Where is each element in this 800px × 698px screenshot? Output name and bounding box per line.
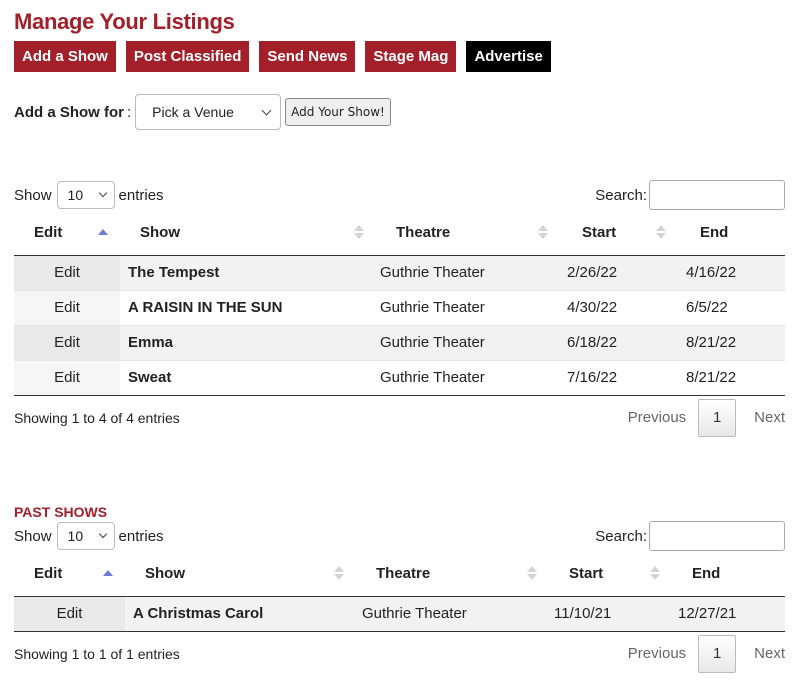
add-your-show-button[interactable]: Add Your Show! (285, 98, 391, 126)
previous-button[interactable]: Previous (628, 645, 686, 662)
nav-bar: Add a Show Post Classified Send News Sta… (14, 41, 551, 72)
column-header-show[interactable]: Show (120, 210, 376, 256)
show-title: A Christmas Carol (125, 595, 356, 632)
entries-select[interactable]: 10 (56, 181, 115, 209)
theatre-cell: Guthrie Theater (376, 254, 560, 290)
theatre-cell: Guthrie Theater (376, 359, 560, 396)
chevron-down-icon (98, 529, 107, 539)
start-date-cell: 11/10/21 (549, 595, 672, 632)
entries-select-value: 10 (67, 528, 84, 544)
show-title: Sweat (120, 359, 376, 396)
edit-link[interactable]: Edit (14, 289, 120, 325)
theatre-cell: Guthrie Theater (356, 595, 549, 632)
sort-both-icon (656, 225, 666, 240)
length-entries-label: entries (118, 527, 164, 545)
venue-select-value: Pick a Venue (152, 104, 234, 120)
post-classified-button[interactable]: Post Classified (125, 41, 250, 72)
table-row: Edit A Christmas Carol Guthrie Theater 1… (14, 595, 785, 632)
start-date-cell: 6/18/22 (560, 324, 678, 360)
end-date-cell: 8/21/22 (678, 324, 785, 360)
table-row: Edit The Tempest Guthrie Theater 2/26/22… (14, 254, 785, 290)
column-header-start[interactable]: Start (549, 551, 672, 597)
current-shows-table: Edit Show Theatre Start End Edit The Tem… (14, 210, 785, 396)
next-button[interactable]: Next (754, 645, 785, 662)
stage-mag-button[interactable]: Stage Mag (365, 41, 457, 72)
search-input[interactable] (649, 521, 785, 551)
venue-select[interactable]: Pick a Venue (135, 94, 282, 130)
past-shows-heading: PAST SHOWS (14, 504, 108, 520)
column-header-theatre[interactable]: Theatre (356, 551, 549, 597)
column-header-show[interactable]: Show (125, 551, 356, 597)
past-shows-table: Edit Show Theatre Start End Edit A Chris… (14, 551, 785, 632)
entries-select-value: 10 (67, 187, 84, 203)
edit-link[interactable]: Edit (14, 359, 120, 396)
show-title: Emma (120, 324, 376, 360)
start-date-cell: 2/26/22 (560, 254, 678, 290)
sort-both-icon (527, 566, 537, 581)
column-header-edit[interactable]: Edit (14, 551, 125, 597)
column-header-start[interactable]: Start (560, 210, 678, 256)
add-show-colon: : (127, 103, 132, 121)
table-row: Edit Sweat Guthrie Theater 7/16/22 8/21/… (14, 359, 785, 396)
page-1-button[interactable]: 1 (698, 634, 737, 673)
search-control: Search: (595, 521, 785, 551)
chevron-down-icon (98, 188, 107, 198)
table-info: Showing 1 to 4 of 4 entries (14, 409, 180, 426)
chevron-down-icon (261, 105, 272, 115)
table-row: Edit A RAISIN IN THE SUN Guthrie Theater… (14, 289, 785, 325)
edit-link[interactable]: Edit (14, 595, 125, 632)
end-date-cell: 12/27/21 (672, 595, 785, 632)
table-row: Edit Emma Guthrie Theater 6/18/22 8/21/2… (14, 324, 785, 360)
next-button[interactable]: Next (754, 409, 785, 426)
edit-link[interactable]: Edit (14, 324, 120, 360)
column-header-end[interactable]: End (678, 210, 785, 256)
search-label: Search: (595, 186, 647, 204)
sort-both-icon (650, 566, 660, 581)
length-show-label: Show (14, 527, 52, 545)
add-show-form: Add a Show for : Pick a Venue Add Your S… (14, 94, 391, 130)
column-header-edit[interactable]: Edit (14, 210, 120, 256)
entries-length-control: Show 10 entries (14, 181, 164, 209)
sort-both-icon (538, 225, 548, 240)
search-input[interactable] (649, 180, 785, 210)
pagination: Previous 1 Next (628, 634, 785, 673)
advertise-button[interactable]: Advertise (466, 41, 551, 72)
search-control: Search: (595, 180, 785, 210)
page-1-button[interactable]: 1 (698, 398, 737, 437)
add-show-label: Add a Show for (14, 103, 124, 121)
pagination: Previous 1 Next (628, 398, 785, 437)
edit-link[interactable]: Edit (14, 254, 120, 290)
entries-length-control: Show 10 entries (14, 522, 164, 550)
show-title: A RAISIN IN THE SUN (120, 289, 376, 325)
show-title: The Tempest (120, 254, 376, 290)
start-date-cell: 4/30/22 (560, 289, 678, 325)
table-header-row: Edit Show Theatre Start End (14, 210, 785, 256)
search-label: Search: (595, 527, 647, 545)
column-header-theatre[interactable]: Theatre (376, 210, 560, 256)
send-news-button[interactable]: Send News (259, 41, 356, 72)
end-date-cell: 4/16/22 (678, 254, 785, 290)
sort-both-icon (354, 225, 364, 240)
length-show-label: Show (14, 186, 52, 204)
entries-select[interactable]: 10 (56, 522, 115, 550)
column-header-end[interactable]: End (672, 551, 785, 597)
sort-asc-icon (98, 229, 108, 236)
end-date-cell: 8/21/22 (678, 359, 785, 396)
add-a-show-button[interactable]: Add a Show (14, 41, 116, 72)
start-date-cell: 7/16/22 (560, 359, 678, 396)
theatre-cell: Guthrie Theater (376, 324, 560, 360)
table-header-row: Edit Show Theatre Start End (14, 551, 785, 597)
length-entries-label: entries (118, 186, 164, 204)
current-shows-section: Show 10 entries Search: Edit Show Theatr… (14, 180, 785, 437)
sort-both-icon (334, 566, 344, 581)
page-title: Manage Your Listings (14, 9, 235, 34)
sort-asc-icon (103, 570, 113, 577)
past-shows-section: PAST SHOWS Show 10 entries Search: Edit … (14, 504, 785, 673)
end-date-cell: 6/5/22 (678, 289, 785, 325)
table-info: Showing 1 to 1 of 1 entries (14, 645, 180, 662)
previous-button[interactable]: Previous (628, 409, 686, 426)
theatre-cell: Guthrie Theater (376, 289, 560, 325)
